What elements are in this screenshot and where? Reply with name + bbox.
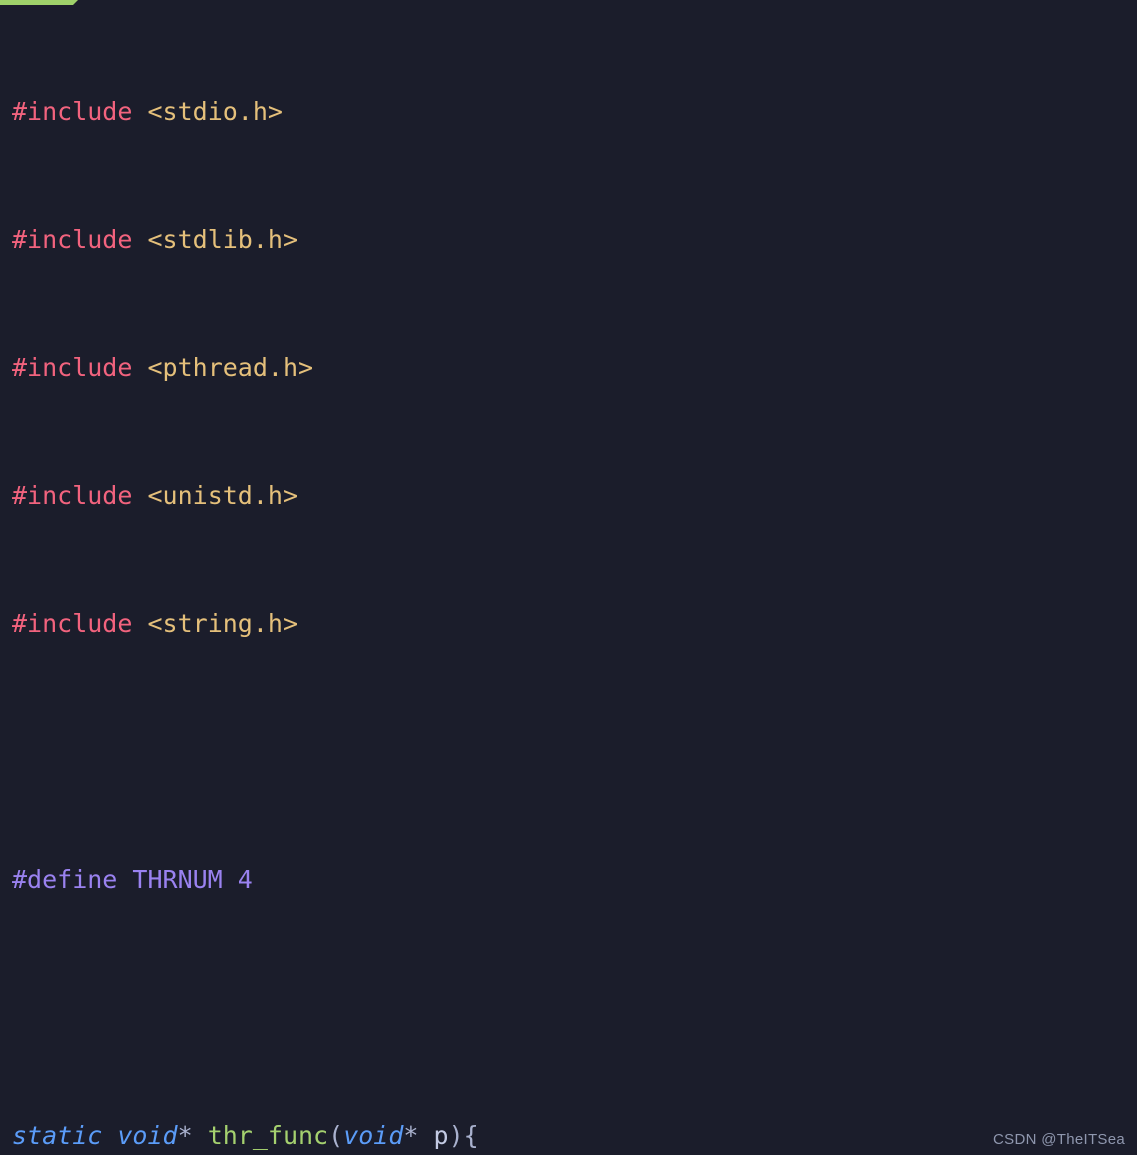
code-editor[interactable]: #include <stdio.h> #include <stdlib.h> #…	[0, 0, 1137, 1155]
keyword-static: static	[12, 1121, 103, 1150]
macro-name: THRNUM	[132, 865, 223, 894]
code-line[interactable]: #include <pthread.h>	[0, 352, 1137, 384]
function-name-thr-func: thr_func	[207, 1121, 329, 1150]
define-directive: #define	[12, 865, 118, 894]
include-directive: #include	[12, 609, 133, 638]
header-name: <pthread.h>	[147, 353, 314, 382]
include-directive: #include	[12, 97, 133, 126]
code-content[interactable]: #include <stdio.h> #include <stdlib.h> #…	[0, 0, 1137, 1155]
include-directive: #include	[12, 481, 133, 510]
header-name: <stdio.h>	[147, 97, 283, 126]
macro-value: 4	[237, 865, 253, 894]
code-line[interactable]: #define THRNUM 4	[0, 864, 1137, 896]
keyword-void: void	[117, 1121, 178, 1150]
keyword-void: void	[343, 1121, 404, 1150]
asterisk: *	[177, 1121, 208, 1150]
code-line[interactable]: #include <unistd.h>	[0, 480, 1137, 512]
code-line[interactable]: #include <string.h>	[0, 608, 1137, 640]
header-name: <unistd.h>	[147, 481, 298, 510]
code-line-blank[interactable]	[0, 736, 1137, 768]
header-name: <string.h>	[147, 609, 298, 638]
code-line[interactable]: #include <stdlib.h>	[0, 224, 1137, 256]
include-directive: #include	[12, 353, 133, 382]
include-directive: #include	[12, 225, 133, 254]
code-line[interactable]: static void* thr_func(void* p){	[0, 1120, 1137, 1152]
code-line-blank[interactable]	[0, 992, 1137, 1024]
asterisk: *	[403, 1121, 434, 1150]
param-p: p	[433, 1121, 449, 1150]
csdn-watermark: CSDN @TheITSea	[993, 1131, 1125, 1148]
code-line[interactable]: #include <stdio.h>	[0, 96, 1137, 128]
header-name: <stdlib.h>	[147, 225, 298, 254]
paren-open: (	[328, 1121, 344, 1150]
paren-brace: ){	[448, 1121, 479, 1150]
